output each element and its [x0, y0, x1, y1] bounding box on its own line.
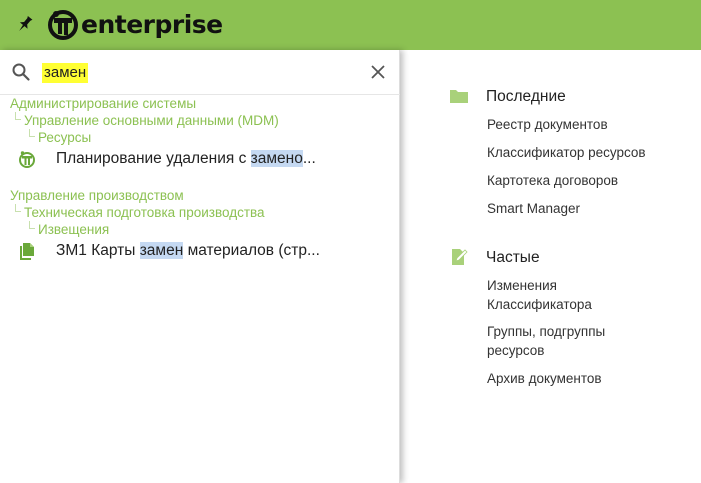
edit-document-icon	[452, 249, 468, 265]
search-result-label: ЗМ1 Карты замен материалов (стр...	[56, 242, 320, 259]
close-icon[interactable]	[369, 63, 387, 81]
search-panel: замен Администрирование системы Управлен…	[0, 50, 400, 483]
pin-icon[interactable]	[16, 14, 34, 34]
search-result-item[interactable]: ЗМ1 Карты замен материалов (стр...	[10, 237, 395, 265]
recent-link[interactable]: Картотека договоров	[487, 171, 687, 190]
recent-link[interactable]: Smart Manager	[487, 199, 687, 218]
frequent-link[interactable]: Изменения Классификатора	[487, 276, 607, 314]
recent-link[interactable]: Классификатор ресурсов	[487, 143, 687, 162]
folder-icon	[450, 90, 468, 103]
app-logo-icon	[19, 151, 35, 168]
breadcrumb-level-2[interactable]: Техническая подготовка производства	[24, 205, 265, 221]
breadcrumb-level-2[interactable]: Управление основными данными (MDM)	[24, 113, 279, 129]
logo-icon	[48, 10, 78, 40]
logo-text: enterprise	[81, 10, 223, 39]
search-icon	[12, 63, 30, 81]
breadcrumb-level-1[interactable]: Управление производством	[10, 188, 184, 204]
search-bar: замен	[0, 50, 400, 95]
breadcrumb-level-3[interactable]: Извещения	[38, 222, 109, 238]
tree-connector	[15, 204, 21, 212]
frequent-link[interactable]: Группы, подгруппы ресурсов	[487, 322, 627, 360]
breadcrumb-level-1[interactable]: Администрирование системы	[10, 96, 196, 112]
frequent-section-title: Частые	[486, 249, 540, 266]
tree-connector	[29, 221, 35, 229]
breadcrumb-level-3[interactable]: Ресурсы	[38, 130, 91, 146]
search-result-item[interactable]: Планирование удаления с замено...	[10, 145, 395, 173]
tree-connector	[29, 129, 35, 137]
frequent-link[interactable]: Архив документов	[487, 369, 687, 388]
home-content: Последние Реестр документов Классификато…	[400, 50, 701, 483]
search-input[interactable]	[42, 60, 342, 84]
match-highlight: замен	[250, 150, 295, 167]
top-bar: enterprise	[0, 0, 701, 50]
match-highlight: замен	[139, 242, 184, 259]
recent-link[interactable]: Реестр документов	[487, 115, 687, 134]
tree-connector	[15, 112, 21, 120]
document-copy-icon	[20, 243, 34, 260]
search-result-label: Планирование удаления с замено...	[56, 150, 316, 167]
recent-section-title: Последние	[486, 88, 566, 105]
